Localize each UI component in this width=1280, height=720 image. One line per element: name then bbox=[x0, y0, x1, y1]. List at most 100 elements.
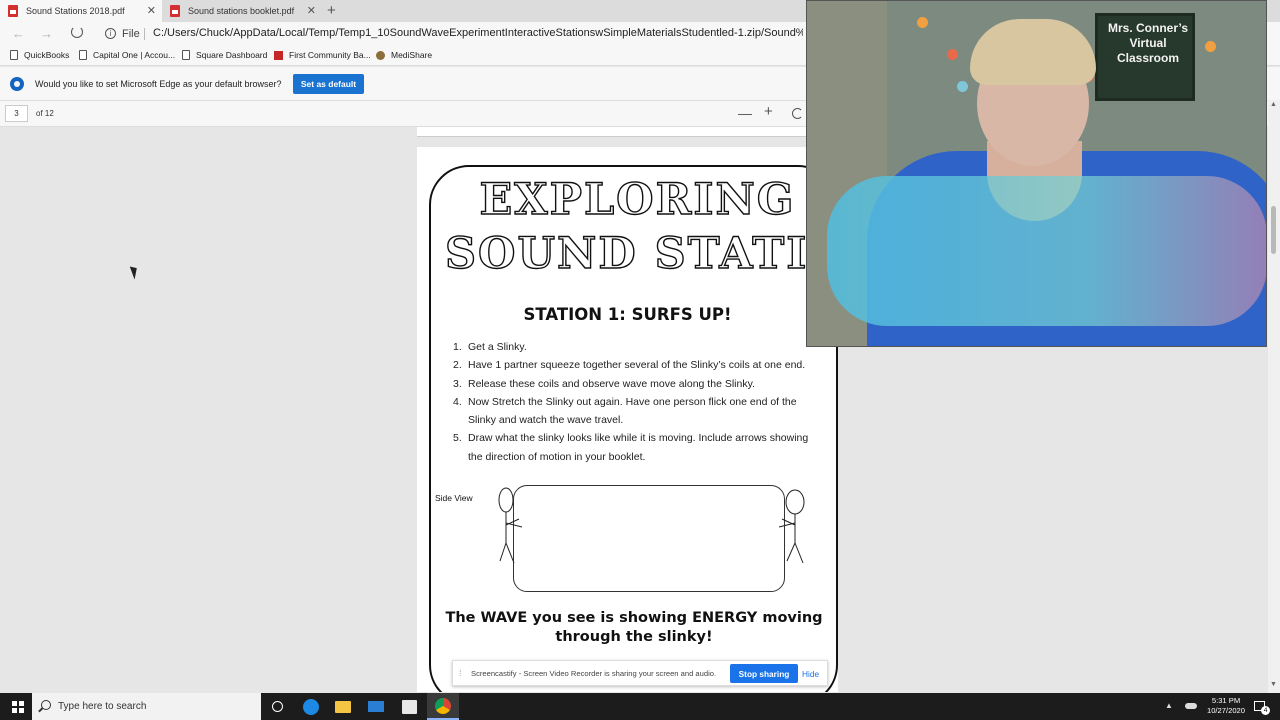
site-info-label[interactable]: File bbox=[122, 28, 140, 40]
conclusion-text: The WAVE you see is showing ENERGY movin… bbox=[417, 609, 838, 647]
page-icon bbox=[79, 50, 87, 60]
back-arrow-icon[interactable]: ← bbox=[12, 26, 25, 41]
info-icon[interactable]: i bbox=[105, 28, 116, 39]
new-tab-button[interactable]: + bbox=[327, 2, 336, 19]
taskbar-mail[interactable] bbox=[360, 693, 392, 720]
scrollbar[interactable]: ▲ ▼ bbox=[1268, 100, 1280, 693]
cortana-icon bbox=[271, 701, 283, 712]
bank-icon bbox=[274, 50, 283, 60]
taskbar-store[interactable] bbox=[393, 693, 425, 720]
mail-icon bbox=[368, 701, 384, 712]
pdf-page: EXPLORING SOUND STATIONS STATION 1: SURF… bbox=[417, 147, 838, 692]
folder-icon bbox=[335, 700, 351, 713]
cortana-button[interactable] bbox=[261, 693, 293, 720]
pdf-icon bbox=[170, 5, 180, 17]
medishare-icon bbox=[376, 50, 385, 60]
conclusion-line: through the slinky! bbox=[555, 629, 713, 645]
screencastify-bar: ⁞ Screencastify - Screen Video Recorder … bbox=[452, 660, 828, 686]
zoom-in-icon[interactable]: + bbox=[764, 103, 773, 120]
bookmark-capital-one[interactable]: Capital One | Accou... bbox=[79, 50, 175, 60]
zoom-out-icon[interactable]: — bbox=[738, 105, 752, 121]
close-icon[interactable]: ✕ bbox=[147, 4, 156, 17]
string-light-icon bbox=[917, 17, 928, 28]
document-title-line2: SOUND STATIONS bbox=[444, 228, 838, 279]
scroll-thumb[interactable] bbox=[1271, 206, 1276, 254]
step-number: 4. bbox=[453, 395, 462, 408]
page-icon bbox=[10, 50, 18, 60]
clock-time: 5:31 PM bbox=[1211, 696, 1241, 705]
page-icon bbox=[182, 50, 190, 60]
chevron-up-icon[interactable]: ▲ bbox=[1165, 701, 1173, 710]
side-view-label: Side View bbox=[435, 493, 473, 503]
sign-line: Classroom bbox=[1116, 51, 1180, 65]
list-item: 5. Draw what the slinky looks like while … bbox=[453, 429, 823, 466]
scroll-down-icon[interactable]: ▼ bbox=[1270, 681, 1277, 688]
system-clock[interactable]: 5:31 PM 10/27/2020 bbox=[1200, 696, 1252, 716]
document-title-line1: EXPLORING bbox=[479, 174, 796, 225]
string-light-icon bbox=[957, 81, 968, 92]
sign-line: Virtual bbox=[1129, 36, 1167, 50]
taskbar-chrome[interactable] bbox=[427, 693, 459, 720]
store-icon bbox=[401, 699, 417, 714]
instruction-list: 1. Get a Slinky. 2. Have 1 partner squeeze… bbox=[453, 338, 823, 466]
hide-button[interactable]: Hide bbox=[802, 669, 819, 679]
taskbar-edge[interactable] bbox=[295, 693, 327, 720]
step-number: 1. bbox=[453, 341, 462, 353]
onedrive-icon[interactable] bbox=[1185, 703, 1197, 709]
bookmark-quickbooks[interactable]: QuickBooks bbox=[10, 50, 69, 60]
set-as-default-button[interactable]: Set as default bbox=[293, 74, 364, 94]
list-item: 1. Get a Slinky. bbox=[453, 338, 823, 356]
stick-figure-left-icon bbox=[498, 487, 523, 564]
drawing-box bbox=[513, 485, 785, 592]
search-placeholder: Type here to search bbox=[58, 701, 147, 712]
string-light-icon bbox=[1205, 41, 1216, 52]
tab-sound-stations-booklet[interactable]: Sound stations booklet.pdf ✕ bbox=[162, 0, 322, 22]
forward-arrow-icon[interactable]: → bbox=[40, 26, 53, 41]
page-number-input[interactable]: 3 bbox=[5, 105, 28, 122]
tab-title: Sound stations booklet.pdf bbox=[188, 6, 295, 16]
step-text: Draw what the slinky looks like while it… bbox=[468, 432, 809, 463]
edge-logo-icon bbox=[10, 77, 24, 91]
taskbar: Type here to search ▲ 5:31 PM 10/27/2020… bbox=[0, 693, 1280, 720]
pdf-icon bbox=[8, 5, 18, 17]
stop-sharing-button[interactable]: Stop sharing bbox=[730, 664, 798, 683]
step-text: Now Stretch the Slinky out again. Have o… bbox=[468, 395, 797, 427]
bookmark-label: QuickBooks bbox=[24, 50, 70, 60]
clock-date: 10/27/2020 bbox=[1206, 706, 1245, 715]
bookmark-label: First Community Ba... bbox=[289, 50, 371, 60]
conclusion-line: The WAVE you see is showing ENERGY movin… bbox=[445, 610, 823, 626]
tab-title: Sound Stations 2018.pdf bbox=[26, 6, 125, 16]
stick-figure-right-icon bbox=[778, 489, 805, 564]
tab-sound-stations-2018[interactable]: Sound Stations 2018.pdf ✕ bbox=[0, 0, 162, 22]
windows-start-icon[interactable] bbox=[12, 701, 24, 713]
bookmark-square-dashboard[interactable]: Square Dashboard bbox=[182, 50, 267, 60]
list-item: 4. Now Stretch the Slinky out again. Have… bbox=[453, 393, 823, 430]
bookmark-first-community[interactable]: First Community Ba... bbox=[274, 50, 371, 60]
station-title: STATION 1: SURFS UP! bbox=[523, 305, 732, 324]
rotate-icon[interactable] bbox=[792, 108, 803, 119]
taskbar-file-explorer[interactable] bbox=[327, 693, 359, 720]
bookmark-label: MediShare bbox=[391, 50, 433, 60]
bookmark-label: Capital One | Accou... bbox=[93, 50, 176, 60]
scroll-up-icon[interactable]: ▲ bbox=[1270, 101, 1277, 108]
bookmark-medishare[interactable]: MediShare bbox=[376, 50, 432, 60]
page-total: of 12 bbox=[36, 109, 54, 118]
presenter-hair bbox=[970, 19, 1096, 85]
step-text: Get a Slinky. bbox=[468, 341, 527, 353]
search-icon bbox=[41, 700, 51, 710]
url-field[interactable]: C:/Users/Chuck/AppData/Local/Temp/Temp1_… bbox=[153, 27, 803, 39]
string-light-icon bbox=[947, 49, 958, 60]
refresh-icon[interactable] bbox=[71, 26, 83, 38]
slinky-in-motion bbox=[827, 176, 1266, 326]
step-text: Have 1 partner squeeze together several … bbox=[468, 359, 806, 372]
edge-icon bbox=[303, 698, 319, 715]
drag-handle-icon[interactable]: ⁞ bbox=[459, 668, 462, 678]
banner-message: Would you like to set Microsoft Edge as … bbox=[35, 79, 282, 89]
close-icon[interactable]: ✕ bbox=[307, 4, 316, 17]
step-number: 5. bbox=[453, 432, 462, 445]
chrome-icon bbox=[435, 697, 451, 714]
taskbar-search[interactable]: Type here to search bbox=[32, 693, 261, 720]
classroom-sign-text: Mrs. Conner’s Virtual Classroom bbox=[1099, 21, 1197, 66]
previous-page-edge bbox=[417, 127, 838, 137]
bookmark-label: Square Dashboard bbox=[196, 50, 268, 60]
